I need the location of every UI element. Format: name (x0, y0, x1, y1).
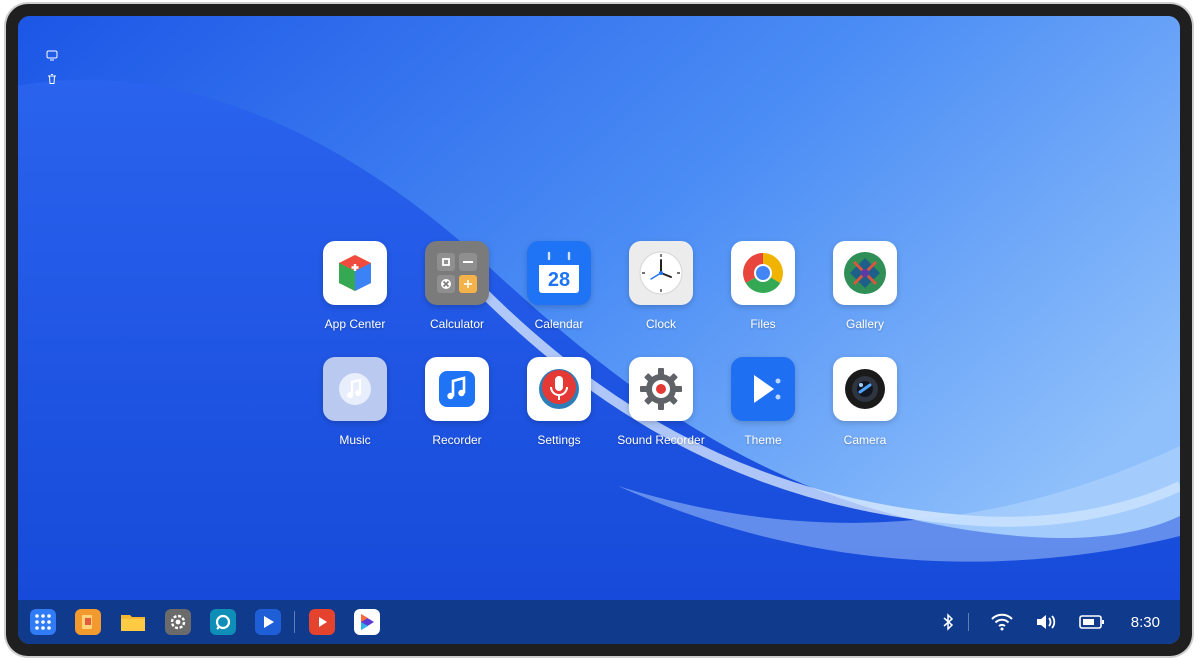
desktop-corner-icons (46, 48, 58, 96)
app-gallery[interactable]: Gallery (814, 241, 916, 357)
media-player-icon[interactable] (354, 609, 380, 635)
desktop-screen: App Center Calculator 28 Calendar Clock … (18, 16, 1180, 644)
gear-record-icon (629, 357, 693, 421)
tray-separator (967, 613, 969, 631)
app-files[interactable]: Files (712, 241, 814, 357)
system-tray: 8:30 (920, 613, 1180, 631)
folder-icon[interactable] (120, 609, 146, 635)
wifi-icon[interactable] (991, 613, 1013, 631)
calendar-day: 28 (548, 269, 570, 291)
app-center-icon (323, 241, 387, 305)
app-theme[interactable]: Theme (712, 357, 814, 473)
bluetooth-icon[interactable] (942, 613, 954, 631)
taskbar-separator (294, 611, 295, 633)
app-label: Files (750, 317, 776, 331)
app-label: Music (339, 433, 371, 447)
clock-icon (629, 241, 693, 305)
app-label: Calendar (534, 317, 584, 331)
taskbar-clock[interactable]: 8:30 (1131, 614, 1160, 631)
camera-icon (833, 357, 897, 421)
app-recorder[interactable]: Recorder (406, 357, 508, 473)
battery-icon[interactable] (1078, 614, 1105, 630)
calculator-icon (425, 241, 489, 305)
app-label: Recorder (432, 433, 482, 447)
app-label: Calculator (429, 317, 485, 331)
app-label: Theme (744, 433, 782, 447)
microphone-icon (527, 357, 591, 421)
monitor-chat-icon[interactable] (46, 48, 58, 66)
taskbar: 8:30 (18, 600, 1180, 644)
app-clock[interactable]: Clock (610, 241, 712, 357)
app-label: Clock (645, 317, 676, 331)
calendar-icon: 28 (527, 241, 591, 305)
app-label: Gallery (845, 317, 884, 331)
app-label: Settings (537, 433, 581, 447)
player-icon[interactable] (255, 609, 281, 635)
device-frame: App Center Calculator 28 Calendar Clock … (6, 4, 1192, 656)
app-settings[interactable]: Settings (508, 357, 610, 473)
trash-icon[interactable] (46, 72, 58, 90)
app-app-center[interactable]: App Center (304, 241, 406, 357)
app-calendar[interactable]: 28 Calendar (508, 241, 610, 357)
book-app-icon[interactable] (75, 609, 101, 635)
video-icon[interactable] (309, 609, 335, 635)
gallery-icon (833, 241, 897, 305)
play-icon (731, 357, 795, 421)
taskbar-pinned-apps (18, 609, 399, 635)
volume-icon[interactable] (1035, 613, 1057, 631)
app-camera[interactable]: Camera (814, 357, 916, 473)
chrome-icon (731, 241, 795, 305)
app-label: Sound Recorder (617, 433, 705, 447)
settings-gear-icon[interactable] (165, 609, 191, 635)
app-calculator[interactable]: Calculator (406, 241, 508, 357)
recorder-icon (425, 357, 489, 421)
chat-icon[interactable] (210, 609, 236, 635)
app-label: App Center (324, 317, 386, 331)
music-icon (323, 357, 387, 421)
app-grid-icon[interactable] (30, 609, 56, 635)
app-sound-recorder[interactable]: Sound Recorder (610, 357, 712, 473)
app-music[interactable]: Music (304, 357, 406, 473)
app-label: Camera (843, 433, 887, 447)
app-grid: App Center Calculator 28 Calendar Clock … (304, 241, 924, 461)
